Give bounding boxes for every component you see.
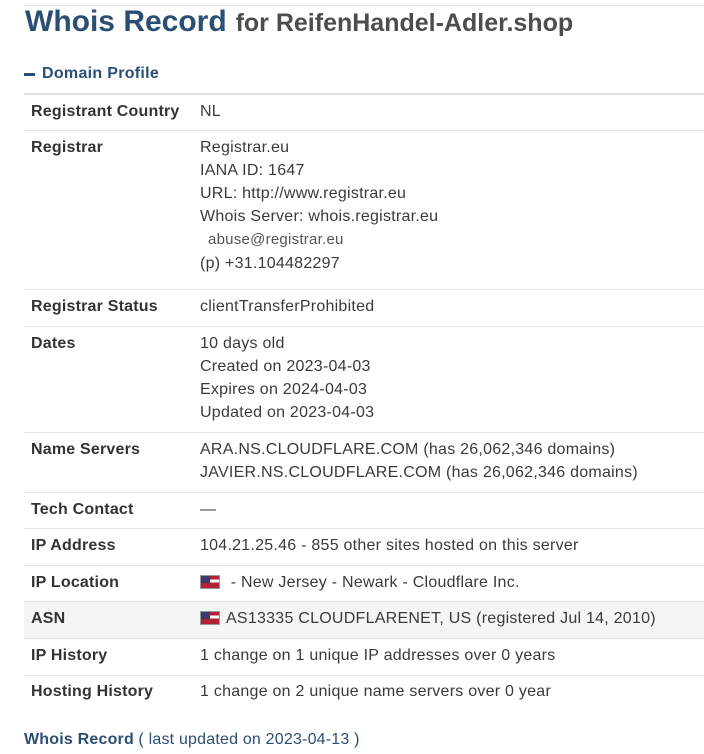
row-value: — bbox=[200, 501, 217, 518]
row-name-servers: Name Servers ARA.NS.CLOUDFLARE.COM (has … bbox=[24, 433, 704, 493]
whois-record-footer: Whois Record ( last updated on 2023-04-1… bbox=[24, 731, 360, 749]
created-date: Created on 2023-04-03 bbox=[200, 358, 371, 375]
row-ip-location: IP Location - New Jersey - Newark - Clou… bbox=[24, 566, 704, 602]
page-title-domain: for ReifenHandel-Adler.shop bbox=[235, 9, 574, 37]
row-dates: Dates 10 days old Created on 2023-04-03 … bbox=[24, 327, 704, 433]
row-label: IP History bbox=[31, 647, 108, 664]
row-value: AS13335 CLOUDFLARENET, US (registered Ju… bbox=[226, 610, 656, 627]
row-registrar: Registrar Registrar.eu IANA ID: 1647 URL… bbox=[24, 131, 704, 290]
registrar-iana: IANA ID: 1647 bbox=[200, 162, 305, 179]
page-title-main: Whois Record bbox=[25, 5, 227, 38]
row-label: ASN bbox=[31, 610, 66, 627]
row-registrar-status: Registrar Status clientTransferProhibite… bbox=[24, 290, 704, 327]
row-value: - New Jersey - Newark - Cloudflare Inc. bbox=[226, 574, 520, 591]
row-label: IP Address bbox=[31, 537, 116, 554]
row-registrant-country: Registrant Country NL bbox=[24, 95, 704, 131]
name-server-list: ARA.NS.CLOUDFLARE.COM (has 26,062,346 do… bbox=[200, 438, 638, 484]
registrar-phone: (p) +31.104482297 bbox=[200, 255, 340, 272]
collapse-minus-icon bbox=[24, 72, 35, 76]
us-flag-icon bbox=[200, 575, 220, 589]
us-flag-icon bbox=[200, 611, 220, 625]
row-value: 1 change on 2 unique name servers over 0… bbox=[200, 683, 552, 700]
whois-page: Whois Record for ReifenHandel-Adler.shop… bbox=[24, 0, 704, 754]
registrar-name: Registrar.eu bbox=[200, 139, 290, 156]
name-server-1: ARA.NS.CLOUDFLARE.COM (has 26,062,346 do… bbox=[200, 441, 616, 458]
ip-location-value: - New Jersey - Newark - Cloudflare Inc. bbox=[200, 571, 520, 594]
row-asn: ASN AS13335 CLOUDFLARENET, US (registere… bbox=[24, 602, 704, 639]
row-hosting-history: Hosting History 1 change on 2 unique nam… bbox=[24, 676, 704, 712]
dates-details: 10 days old Created on 2023-04-03 Expire… bbox=[200, 332, 374, 424]
row-label: Registrant Country bbox=[31, 103, 180, 120]
registrar-url: URL: http://www.registrar.eu bbox=[200, 185, 407, 202]
expires-date: Expires on 2024-04-03 bbox=[200, 381, 368, 398]
last-updated-note: ( last updated on 2023-04-13 ) bbox=[138, 731, 360, 748]
page-title: Whois Record for ReifenHandel-Adler.shop bbox=[25, 2, 573, 39]
row-label: Name Servers bbox=[31, 441, 141, 458]
row-ip-address: IP Address 104.21.25.46 - 855 other site… bbox=[24, 529, 704, 566]
whois-record-heading[interactable]: Whois Record bbox=[24, 731, 134, 748]
name-server-2: JAVIER.NS.CLOUDFLARE.COM (has 26,062,346… bbox=[200, 464, 638, 481]
row-label: Dates bbox=[31, 335, 76, 352]
row-tech-contact: Tech Contact — bbox=[24, 493, 704, 529]
row-value: NL bbox=[200, 103, 221, 120]
row-value: 1 change on 1 unique IP addresses over 0… bbox=[200, 647, 556, 664]
row-label: IP Location bbox=[31, 574, 120, 591]
row-ip-history: IP History 1 change on 1 unique IP addre… bbox=[24, 639, 704, 676]
row-label: Registrar bbox=[31, 139, 104, 156]
updated-date: Updated on 2023-04-03 bbox=[200, 404, 375, 421]
row-label: Hosting History bbox=[31, 683, 154, 700]
domain-age: 10 days old bbox=[200, 335, 285, 352]
registrar-details: Registrar.eu IANA ID: 1647 URL: http://w… bbox=[200, 136, 438, 275]
asn-value: AS13335 CLOUDFLARENET, US (registered Ju… bbox=[200, 607, 656, 630]
row-label: Registrar Status bbox=[31, 298, 158, 315]
row-label: Tech Contact bbox=[31, 501, 134, 518]
registrar-whois-server: Whois Server: whois.registrar.eu bbox=[200, 208, 439, 225]
domain-profile-heading: Domain Profile bbox=[42, 65, 160, 82]
row-value: 104.21.25.46 - 855 other sites hosted on… bbox=[200, 537, 579, 554]
domain-profile-toggle[interactable]: Domain Profile bbox=[24, 61, 159, 87]
row-value: clientTransferProhibited bbox=[200, 298, 375, 315]
registrar-abuse-email: abuse@registrar.eu bbox=[208, 231, 344, 248]
